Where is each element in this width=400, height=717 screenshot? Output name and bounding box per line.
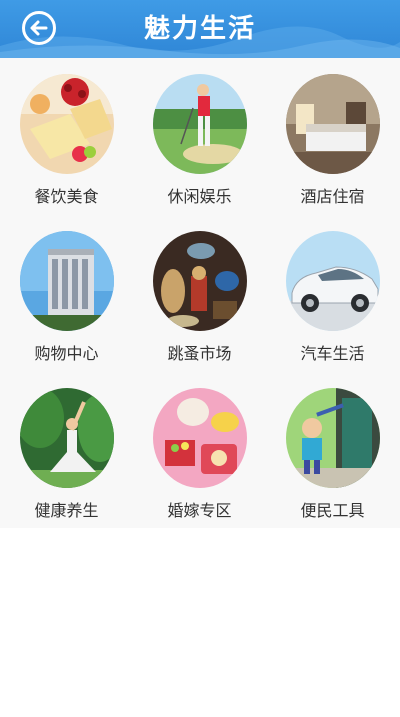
category-label: 酒店住宿 [300,187,365,206]
category-label: 婚嫁专区 [167,501,232,520]
category-leisure[interactable]: 休闲娱乐 [133,58,266,214]
back-button[interactable] [22,11,56,45]
antiques-photo [153,231,247,331]
category-label: 休闲娱乐 [167,187,232,206]
category-food[interactable]: 餐饮美食 [0,58,133,214]
category-shopping[interactable]: 购物中心 [0,215,133,371]
building-photo [20,231,114,331]
category-grid: 餐饮美食 休闲娱乐 酒店住宿 购物中心 跳蚤市场 汽车生活 健康养生 婚嫁专区 … [0,58,400,528]
category-label: 跳蚤市场 [167,344,232,363]
back-arrow-icon [30,20,48,36]
category-flea-market[interactable]: 跳蚤市场 [133,215,266,371]
category-auto[interactable]: 汽车生活 [266,215,399,371]
food-photo [20,74,114,174]
category-wedding[interactable]: 婚嫁专区 [133,372,266,528]
category-health[interactable]: 健康养生 [0,372,133,528]
page-title: 魅力生活 [143,14,256,44]
kids-photo [286,388,380,488]
category-label: 便民工具 [300,501,365,520]
header-bar: 魅力生活 [0,0,400,58]
category-hotel[interactable]: 酒店住宿 [266,58,399,214]
category-label: 汽车生活 [300,344,365,363]
car-photo [286,231,380,331]
hotel-room-photo [286,74,380,174]
wedding-photo [153,388,247,488]
golf-photo [153,74,247,174]
yoga-photo [20,388,114,488]
empty-area [0,528,400,717]
category-label: 购物中心 [34,344,99,363]
category-tools[interactable]: 便民工具 [266,372,399,528]
category-label: 餐饮美食 [34,187,99,206]
category-label: 健康养生 [34,501,99,520]
